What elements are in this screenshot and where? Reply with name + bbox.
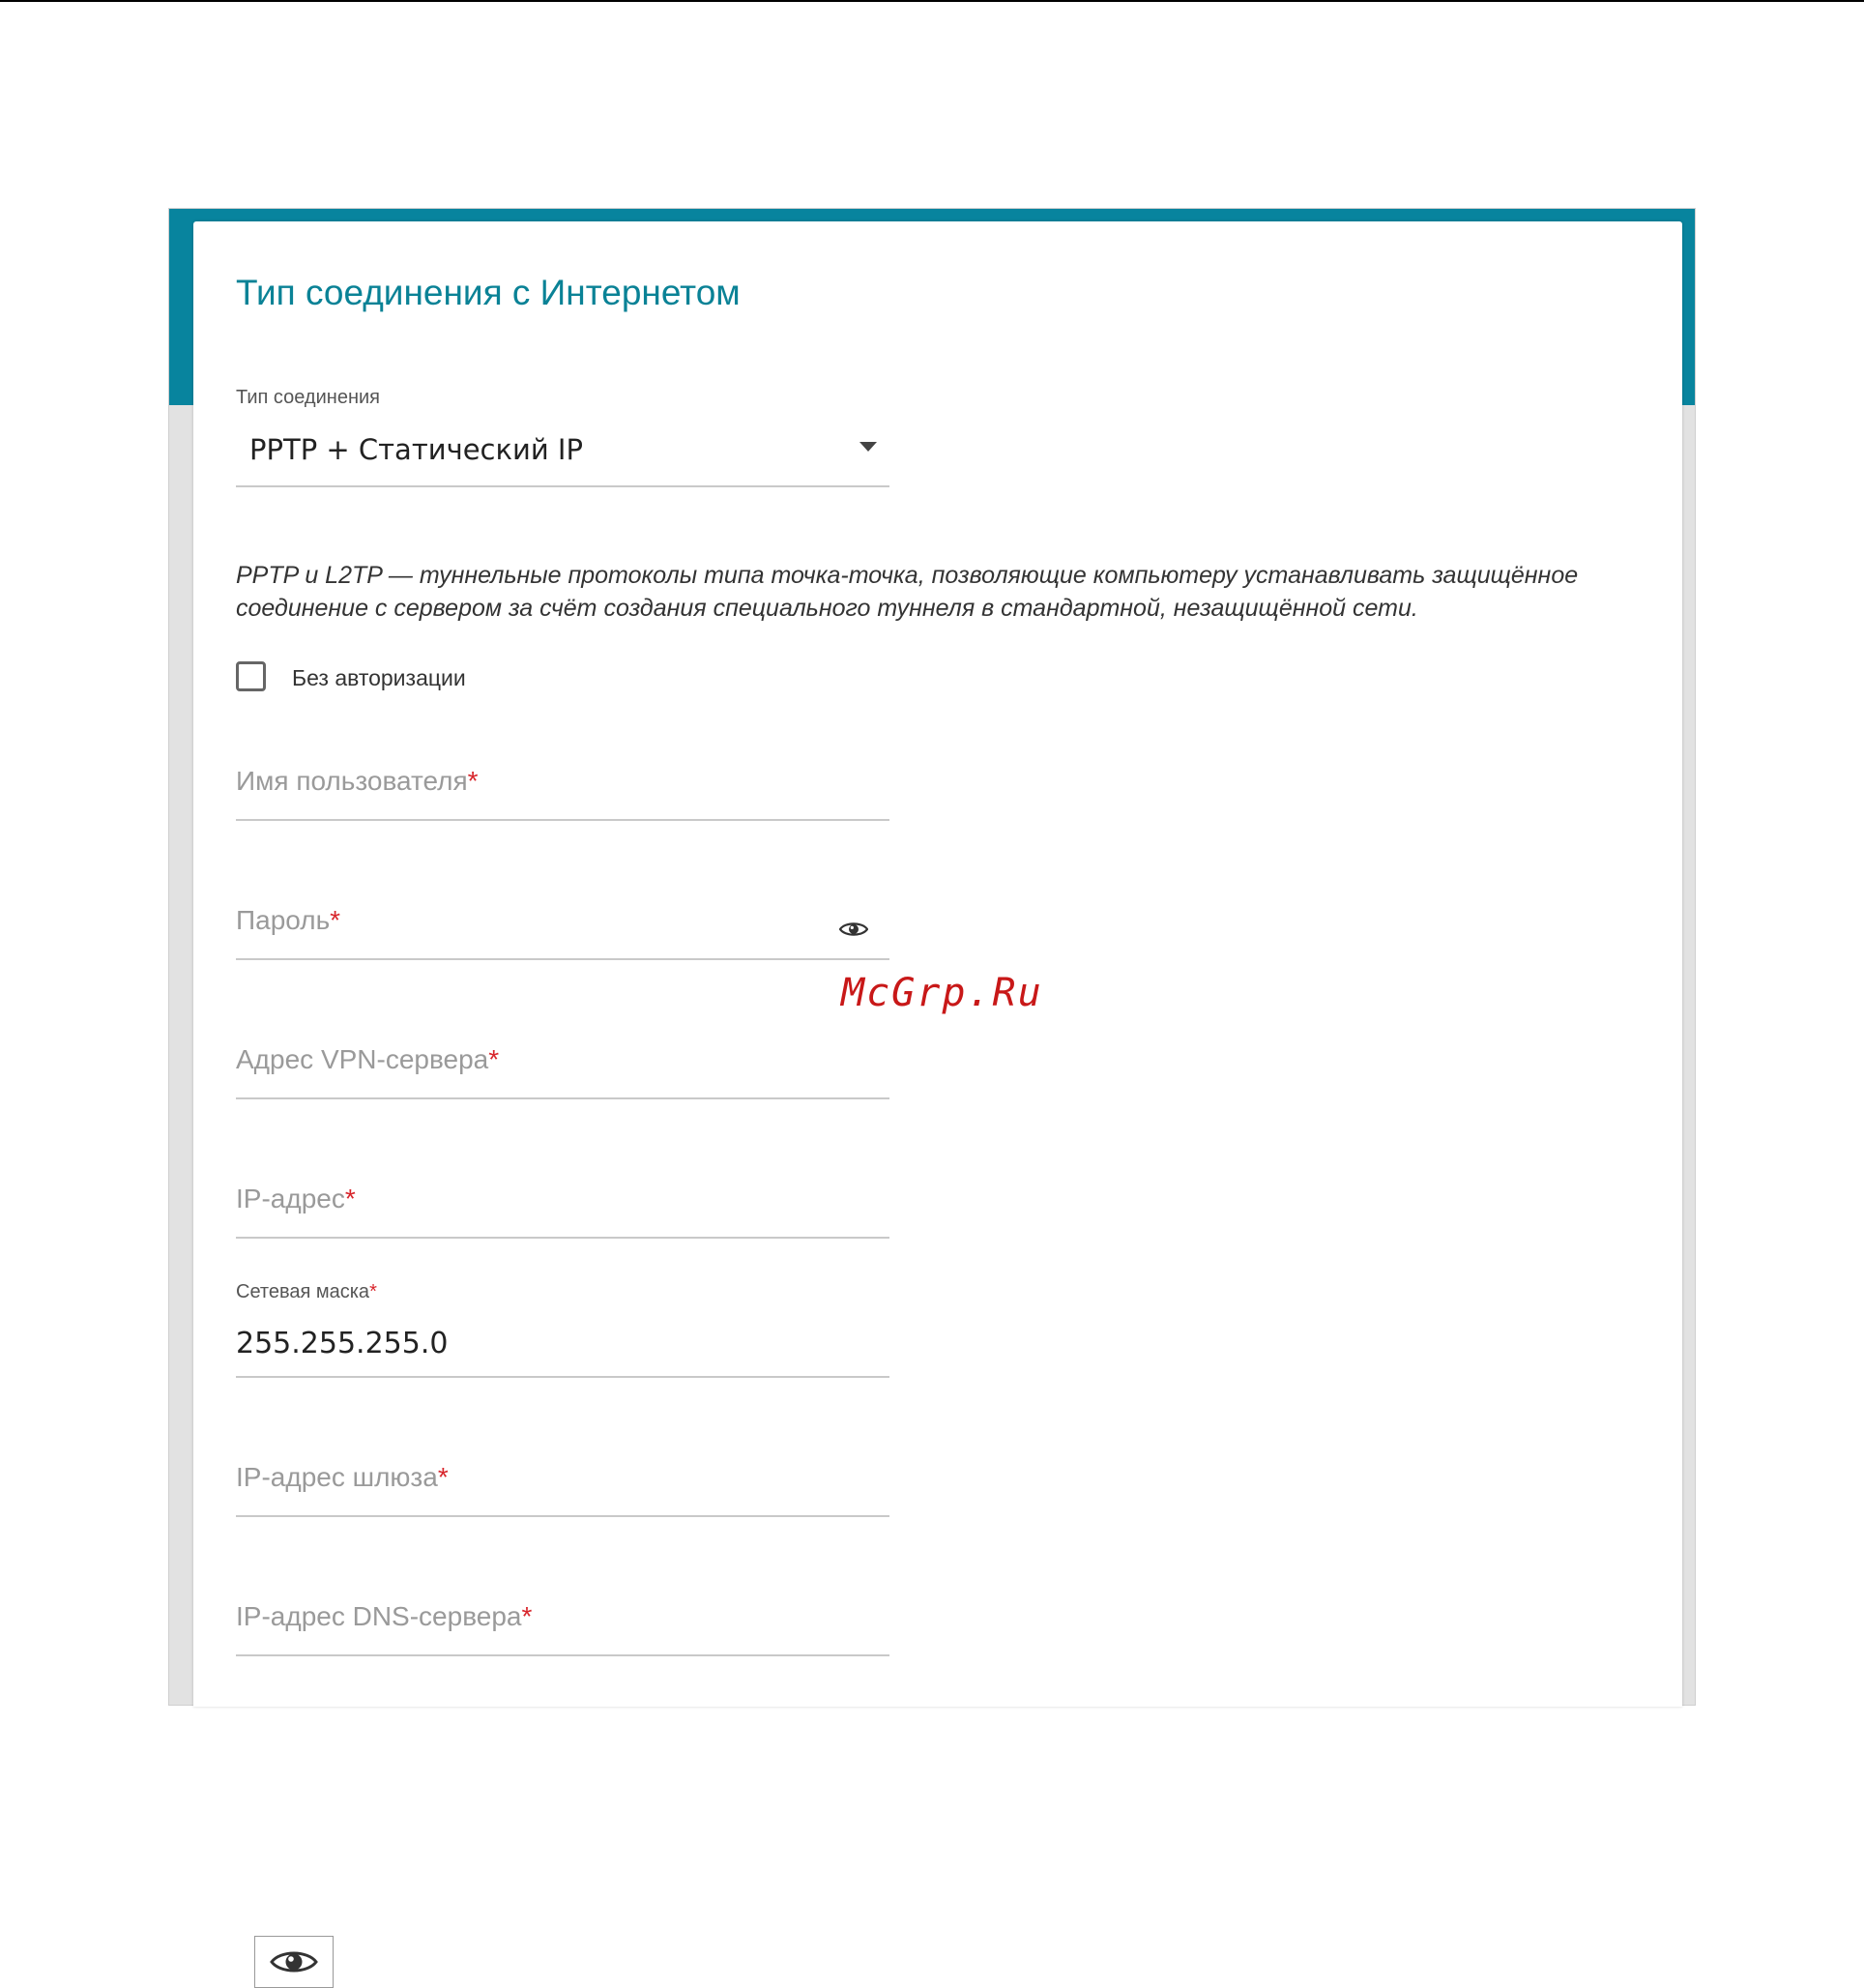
dns-underline: [236, 1654, 889, 1656]
required-mark: *: [521, 1601, 533, 1631]
page-title: Тип соединения с Интернетом: [236, 273, 741, 312]
netmask-label-wrap: Сетевая маска*: [236, 1281, 377, 1303]
protocol-description: PPTP и L2TP — туннельные протоколы типа …: [236, 562, 1579, 622]
top-rule: [0, 0, 1864, 2]
vpn-server-field[interactable]: Адрес VPN-сервера*: [236, 1044, 499, 1075]
connection-type-underline: [236, 485, 889, 487]
no-auth-label: Без авторизации: [292, 665, 466, 690]
required-mark: *: [437, 1462, 449, 1492]
no-auth-checkbox[interactable]: [236, 661, 266, 691]
netmask-input[interactable]: 255.255.255.0: [236, 1327, 448, 1360]
dns-label: IP-адрес DNS-сервера: [236, 1601, 522, 1631]
ip-address-field[interactable]: IP-адрес*: [236, 1184, 356, 1214]
eye-icon-button: [254, 1936, 334, 1988]
password-underline: [236, 958, 889, 960]
username-underline: [236, 819, 889, 821]
watermark: McGrp.Ru: [841, 971, 1043, 1015]
ip-address-label: IP-адрес: [236, 1184, 345, 1213]
ip-address-underline: [236, 1237, 889, 1239]
netmask-underline: [236, 1376, 889, 1378]
required-mark: *: [330, 905, 341, 935]
username-field[interactable]: Имя пользователя*: [236, 766, 479, 797]
username-label: Имя пользователя: [236, 766, 468, 796]
vpn-server-underline: [236, 1097, 889, 1099]
netmask-label: Сетевая маска: [236, 1281, 370, 1302]
chevron-down-icon[interactable]: [859, 442, 877, 452]
required-mark: *: [344, 1184, 356, 1213]
required-mark: *: [467, 766, 479, 796]
gateway-field[interactable]: IP-адрес шлюза*: [236, 1462, 449, 1493]
password-field[interactable]: Пароль*: [236, 905, 340, 936]
dns-field[interactable]: IP-адрес DNS-сервера*: [236, 1601, 532, 1632]
password-label: Пароль: [236, 905, 331, 935]
required-mark: *: [488, 1044, 500, 1074]
eye-icon: [270, 1951, 318, 1973]
gateway-underline: [236, 1515, 889, 1517]
connection-type-label: Тип соединения: [236, 387, 380, 408]
vpn-server-label: Адрес VPN-сервера: [236, 1044, 489, 1074]
required-mark: *: [369, 1281, 377, 1302]
gateway-label: IP-адрес шлюза: [236, 1462, 438, 1492]
eye-icon[interactable]: [839, 921, 868, 938]
connection-type-select[interactable]: PPTP + Статический IP: [249, 433, 583, 466]
